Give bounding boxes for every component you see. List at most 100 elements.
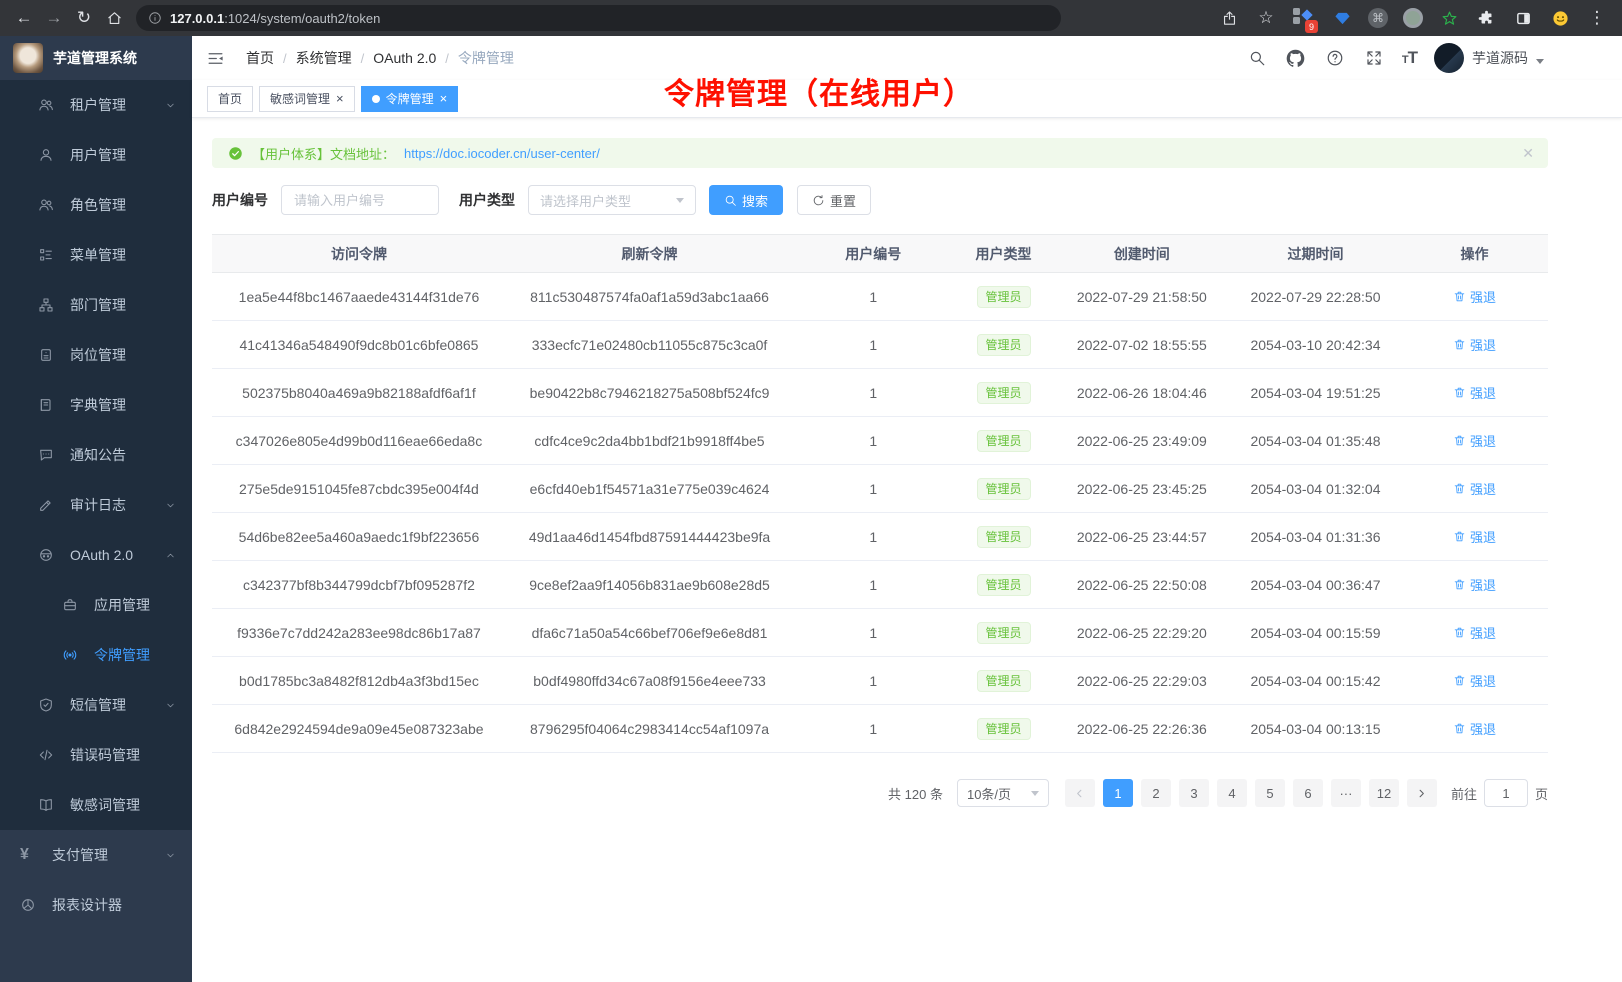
force-logout-button[interactable]: 强退 — [1453, 431, 1496, 450]
user-type-badge: 管理员 — [977, 430, 1031, 452]
page-number-button[interactable]: 2 — [1141, 779, 1171, 807]
page-size-select[interactable]: 10条/页 — [957, 779, 1049, 807]
page-number-button[interactable]: 1 — [1103, 779, 1133, 807]
alert-doc-link[interactable]: https://doc.iocoder.cn/user-center/ — [404, 146, 600, 161]
sidebar-item-report-designer[interactable]: 报表设计器 — [0, 880, 192, 930]
bookmark-star-icon[interactable]: ☆ — [1255, 7, 1277, 29]
font-size-icon[interactable]: TT — [1402, 48, 1417, 68]
force-logout-button[interactable]: 强退 — [1453, 287, 1496, 306]
sidebar-item-menu[interactable]: 菜单管理 — [0, 230, 192, 280]
force-logout-button[interactable]: 强退 — [1453, 623, 1496, 642]
sidebar-item-user[interactable]: 用户管理 — [0, 130, 192, 180]
user-type-badge: 管理员 — [977, 286, 1031, 308]
page-number-button[interactable]: 4 — [1217, 779, 1247, 807]
browser-back-icon[interactable]: ← — [10, 4, 38, 32]
sidebar-item-audit-log[interactable]: 审计日志 — [0, 480, 192, 530]
browser-forward-icon[interactable]: → — [40, 4, 68, 32]
github-icon[interactable] — [1285, 47, 1307, 69]
next-page-button[interactable] — [1407, 779, 1437, 807]
tab-oauth2-token[interactable]: 令牌管理× — [361, 86, 459, 112]
share-icon[interactable] — [1218, 7, 1240, 29]
sidebar-item-oauth2-app[interactable]: 应用管理 — [0, 580, 192, 630]
annotation-text: 令牌管理（在线用户） — [664, 69, 974, 113]
address-bar[interactable]: 127.0.0.1:1024/system/oauth2/token — [136, 5, 1061, 31]
caret-down-icon — [1536, 59, 1544, 64]
trash-icon — [1453, 290, 1466, 303]
breadcrumb-item[interactable]: 首页 — [246, 48, 274, 68]
gem-extension-icon[interactable] — [1331, 7, 1353, 29]
page-number-button[interactable]: 3 — [1179, 779, 1209, 807]
tab-close-icon[interactable]: × — [336, 92, 344, 105]
green-star-extension-icon[interactable] — [1438, 7, 1460, 29]
users-icon — [38, 197, 56, 213]
sidebar-item-error-code[interactable]: 错误码管理 — [0, 730, 192, 780]
sidebar-item-dict[interactable]: 字典管理 — [0, 380, 192, 430]
tab-home[interactable]: 首页 — [207, 86, 253, 112]
column-header: 用户类型 — [953, 235, 1053, 273]
sidebar-item-oauth2-token[interactable]: 令牌管理 — [0, 630, 192, 680]
recorder-extension-icon[interactable] — [1403, 8, 1423, 28]
sidebar-item-pay[interactable]: ¥支付管理 — [0, 830, 192, 880]
browser-reload-icon[interactable]: ↻ — [70, 4, 98, 32]
sidebar-item-role[interactable]: 角色管理 — [0, 180, 192, 230]
force-logout-button[interactable]: 强退 — [1453, 719, 1496, 738]
app-logo-bar: 芋道管理系统 — [0, 36, 192, 80]
goto-page-input[interactable] — [1484, 779, 1528, 807]
force-logout-button[interactable]: 强退 — [1453, 671, 1496, 690]
puzzle-extension-icon[interactable] — [1475, 7, 1497, 29]
profile-avatar-icon[interactable] — [1549, 7, 1571, 29]
sidebar-toggle-icon[interactable] — [206, 46, 230, 70]
user-type-select[interactable]: 请选择用户类型 — [528, 185, 696, 215]
user-dropdown[interactable]: 芋道源码 — [1434, 43, 1544, 73]
force-logout-button[interactable]: 强退 — [1453, 575, 1496, 594]
page-number-button[interactable]: 12 — [1369, 779, 1399, 807]
force-logout-button[interactable]: 强退 — [1453, 335, 1496, 354]
breadcrumb-item[interactable]: 系统管理 — [296, 48, 352, 68]
filter-form: 用户编号 用户类型 请选择用户类型 搜索 重置 — [212, 184, 1602, 216]
briefcase-icon — [62, 597, 80, 613]
fullscreen-icon[interactable] — [1363, 47, 1385, 69]
sidebar-item-label: OAuth 2.0 — [70, 547, 133, 563]
command-extension-icon[interactable]: ⌘ — [1368, 8, 1388, 28]
cell-expire-time: 2054-03-04 01:32:04 — [1230, 465, 1401, 513]
tab-label: 敏感词管理 — [270, 90, 330, 107]
force-logout-button[interactable]: 强退 — [1453, 527, 1496, 546]
user-id-input[interactable] — [281, 185, 439, 215]
split-window-icon[interactable] — [1512, 7, 1534, 29]
breadcrumb-item[interactable]: OAuth 2.0 — [373, 50, 436, 66]
page-number-button[interactable]: 6 — [1293, 779, 1323, 807]
tab-sensitive-word[interactable]: 敏感词管理 × — [259, 86, 355, 112]
sidebar-item-dept[interactable]: 部门管理 — [0, 280, 192, 330]
trash-icon — [1453, 434, 1466, 447]
sidebar-item-tenant[interactable]: 租户管理 — [0, 80, 192, 130]
reset-button[interactable]: 重置 — [797, 185, 871, 215]
more-pages-button[interactable]: ··· — [1331, 779, 1361, 807]
sidebar-item-post[interactable]: 岗位管理 — [0, 330, 192, 380]
force-logout-button[interactable]: 强退 — [1453, 479, 1496, 498]
tab-close-icon[interactable]: × — [440, 92, 448, 105]
page-number-button[interactable]: 5 — [1255, 779, 1285, 807]
search-button[interactable]: 搜索 — [709, 185, 783, 215]
sidebar-item-label: 审计日志 — [70, 495, 126, 515]
extension-grid-icon[interactable]: 9 — [1292, 6, 1316, 30]
help-icon[interactable] — [1324, 47, 1346, 69]
browser-menu-icon[interactable]: ⋮ — [1586, 7, 1608, 29]
search-icon[interactable] — [1246, 47, 1268, 69]
browser-home-icon[interactable] — [100, 4, 128, 32]
force-logout-button[interactable]: 强退 — [1453, 383, 1496, 402]
cell-user-type: 管理员 — [953, 513, 1053, 561]
cell-access-token: 6d842e2924594de9a09e45e087323abe — [212, 705, 506, 753]
alert-close-icon[interactable]: ✕ — [1522, 145, 1534, 162]
trash-icon — [1453, 482, 1466, 495]
cell-access-token: c342377bf8b344799dcbf7bf095287f2 — [212, 561, 506, 609]
force-logout-label: 强退 — [1470, 623, 1496, 642]
sidebar-item-notice[interactable]: 通知公告 — [0, 430, 192, 480]
sidebar-item-sms[interactable]: 短信管理 — [0, 680, 192, 730]
sidebar-item-oauth2[interactable]: OAuth 2.0 — [0, 530, 192, 580]
cell-refresh-token: dfa6c71a50a54c66bef706ef9e6e8d81 — [506, 609, 793, 657]
sidebar-item-sensitive-word[interactable]: 敏感词管理 — [0, 780, 192, 830]
user-id-label: 用户编号 — [212, 190, 268, 210]
prev-page-button[interactable] — [1065, 779, 1095, 807]
cell-expire-time: 2054-03-04 00:36:47 — [1230, 561, 1401, 609]
sidebar-item-label: 菜单管理 — [70, 245, 126, 265]
